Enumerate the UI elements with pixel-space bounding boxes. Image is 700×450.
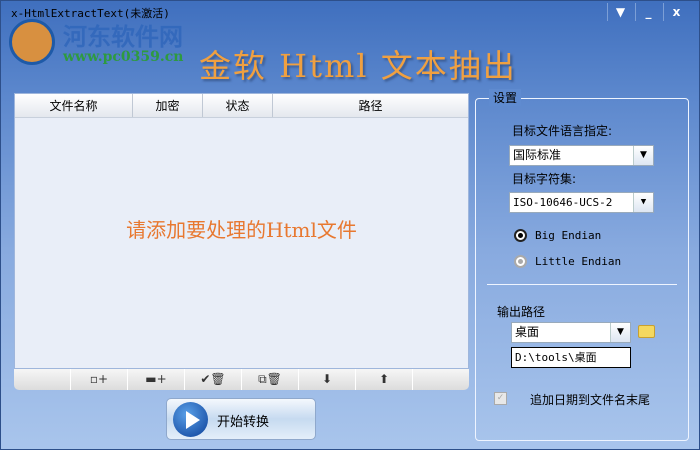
lang-label: 目标文件语言指定: <box>512 124 613 138</box>
little-endian-radio[interactable] <box>514 255 527 268</box>
little-endian-label: Little Endian <box>535 255 622 268</box>
big-endian-radio[interactable] <box>514 229 527 242</box>
chevron-down-icon[interactable]: ▼ <box>633 146 653 165</box>
column-filename[interactable]: 文件名称 <box>15 94 133 117</box>
empty-hint: 请添加要处理的Html文件 <box>126 218 357 242</box>
watermark-logo-icon <box>9 19 55 65</box>
file-list-header: 文件名称 加密 状态 路径 <box>15 94 468 118</box>
add-folder-icon[interactable]: ▬+ <box>128 369 185 390</box>
watermark-site: 河东软件网 <box>63 23 183 51</box>
move-down-icon[interactable]: ⬇ <box>299 369 356 390</box>
start-convert-button[interactable]: 开始转换 <box>166 398 316 440</box>
column-status[interactable]: 状态 <box>203 94 273 117</box>
close-button[interactable]: x <box>663 3 689 21</box>
big-endian-label: Big Endian <box>535 229 602 242</box>
settings-divider <box>487 284 677 285</box>
settings-group-label: 设置 <box>489 89 522 106</box>
lang-select-value: 国际标准 <box>513 148 562 162</box>
chevron-down-icon[interactable]: ▼ <box>610 323 630 342</box>
watermark-url: www.pc0359.cn <box>63 49 184 65</box>
output-label: 输出路径 <box>497 305 546 319</box>
folder-browse-icon[interactable] <box>638 325 655 338</box>
charset-select[interactable]: ISO-10646-UCS-2 ▼ <box>509 192 654 213</box>
app-brand-title: 金软 Html 文本抽出 <box>199 47 517 85</box>
add-file-icon[interactable]: ▫+ <box>71 369 128 390</box>
append-date-checkbox[interactable]: ✓ <box>494 392 507 405</box>
column-path[interactable]: 路径 <box>273 94 468 117</box>
play-icon <box>173 402 208 437</box>
lang-select[interactable]: 国际标准 ▼ <box>509 145 654 166</box>
move-up-icon[interactable]: ⬆ <box>356 369 413 390</box>
file-list[interactable]: 文件名称 加密 状态 路径 请添加要处理的Html文件 <box>14 93 469 369</box>
remove-checked-icon[interactable]: ✔🗑 <box>185 369 242 390</box>
menu-button[interactable]: ▼ <box>607 3 633 21</box>
charset-select-value: ISO-10646-UCS-2 <box>513 196 613 209</box>
charset-label: 目标字符集: <box>512 172 577 186</box>
append-date-label: 追加日期到文件名末尾 <box>530 393 651 407</box>
remove-all-icon[interactable]: ⧉🗑 <box>242 369 299 390</box>
output-path-field[interactable]: D:\tools\桌面 <box>511 347 631 368</box>
minimize-button[interactable]: _ <box>635 3 661 21</box>
output-select-value: 桌面 <box>515 325 540 339</box>
list-toolbar: ▫+ ▬+ ✔🗑 ⧉🗑 ⬇ ⬆ <box>14 369 469 390</box>
output-select[interactable]: 桌面 ▼ <box>511 322 631 343</box>
chevron-down-icon[interactable]: ▼ <box>633 193 653 212</box>
column-encrypt[interactable]: 加密 <box>133 94 203 117</box>
toolbar-spacer <box>14 369 71 390</box>
start-convert-label: 开始转换 <box>217 415 270 430</box>
